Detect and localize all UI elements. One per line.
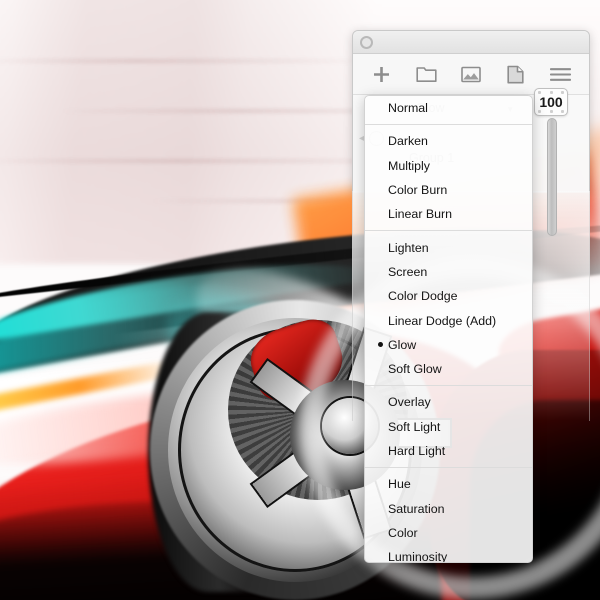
blend-mode-item-glow[interactable]: Glow <box>365 333 532 357</box>
image-icon[interactable] <box>458 63 484 85</box>
blend-mode-item-luminosity[interactable]: Luminosity <box>365 545 532 563</box>
opacity-value: 100 <box>539 94 563 110</box>
blend-mode-menu[interactable]: Normal Darken Multiply Color Burn Linear Bur… <box>364 95 533 563</box>
menu-separator <box>365 124 532 126</box>
blend-mode-item-label: Linear Dodge (Add) <box>388 313 497 328</box>
speed-streak <box>0 60 390 62</box>
blend-mode-item-label: Glow <box>388 337 417 352</box>
menu-separator <box>365 467 532 469</box>
badge-notch <box>538 91 541 94</box>
blend-mode-item-soft-light[interactable]: Soft Light <box>365 415 532 439</box>
blend-mode-item-label: Saturation <box>388 501 445 516</box>
plus-icon[interactable] <box>368 63 394 85</box>
folder-icon[interactable] <box>413 63 439 85</box>
blend-mode-item-label: Luminosity <box>388 550 448 563</box>
page-icon[interactable] <box>503 63 529 85</box>
blend-mode-item-label: Hard Light <box>388 444 446 458</box>
badge-notch <box>561 110 564 113</box>
blend-mode-item-lighten[interactable]: Lighten <box>365 235 532 259</box>
blend-mode-item-darken[interactable]: Darken <box>365 129 532 153</box>
selected-marker-icon <box>378 342 383 348</box>
badge-notch <box>549 110 553 113</box>
app-window: Glow ▾ ◂ Group 1 100 NormalDarkenMultipl… <box>0 0 600 600</box>
panel-titlebar[interactable] <box>353 31 589 54</box>
menu-separator <box>365 385 532 387</box>
blend-mode-item-label: Multiply <box>388 158 430 173</box>
blend-mode-item-label: Soft Light <box>388 419 441 434</box>
blend-mode-item-multiply[interactable]: Multiply <box>365 154 532 178</box>
badge-notch <box>549 91 553 94</box>
blend-mode-item-linear-burn[interactable]: Linear Burn <box>365 202 532 226</box>
blend-mode-item-hue[interactable]: Hue <box>365 472 532 496</box>
blend-mode-item-label: Hue <box>388 477 411 492</box>
blend-mode-item-color-burn[interactable]: Color Burn <box>365 178 532 202</box>
blend-mode-item-label: Normal <box>388 101 428 116</box>
blend-mode-item-label: Overlay <box>388 395 431 410</box>
blend-mode-item-hard-light[interactable]: Hard Light <box>365 439 532 463</box>
blend-mode-item-overlay[interactable]: Overlay <box>365 390 532 414</box>
blend-mode-item-soft-glow[interactable]: Soft Glow <box>365 357 532 381</box>
blend-mode-item-label: Linear Burn <box>388 207 453 222</box>
menu-separator <box>365 230 532 232</box>
blend-mode-item-color-dodge[interactable]: Color Dodge <box>365 284 532 308</box>
blend-mode-item-label: Darken <box>388 134 428 149</box>
blend-mode-item-label: Screen <box>388 264 428 279</box>
blend-mode-item-label: Color Burn <box>388 183 448 198</box>
blend-mode-item-screen[interactable]: Screen <box>365 260 532 284</box>
scrollbar-thumb[interactable] <box>547 118 557 236</box>
opacity-value-badge[interactable]: 100 <box>534 88 568 116</box>
badge-notch <box>538 110 541 113</box>
hamburger-menu-icon[interactable] <box>548 63 574 85</box>
blend-mode-item-color[interactable]: Color <box>365 521 532 545</box>
blend-mode-item-normal[interactable]: Normal <box>365 96 532 120</box>
blend-mode-item-saturation[interactable]: Saturation <box>365 496 532 520</box>
blend-mode-item-label: Color Dodge <box>388 289 458 304</box>
blend-mode-item-label: Lighten <box>388 240 429 255</box>
close-circle-icon[interactable] <box>360 35 373 49</box>
blend-mode-item-linear-dodge-add[interactable]: Linear Dodge (Add) <box>365 308 532 332</box>
blend-mode-item-label: Color <box>388 525 418 540</box>
panel-scrollbar[interactable] <box>545 118 559 238</box>
blend-mode-item-label: Soft Glow <box>388 362 442 377</box>
badge-notch <box>561 91 564 94</box>
